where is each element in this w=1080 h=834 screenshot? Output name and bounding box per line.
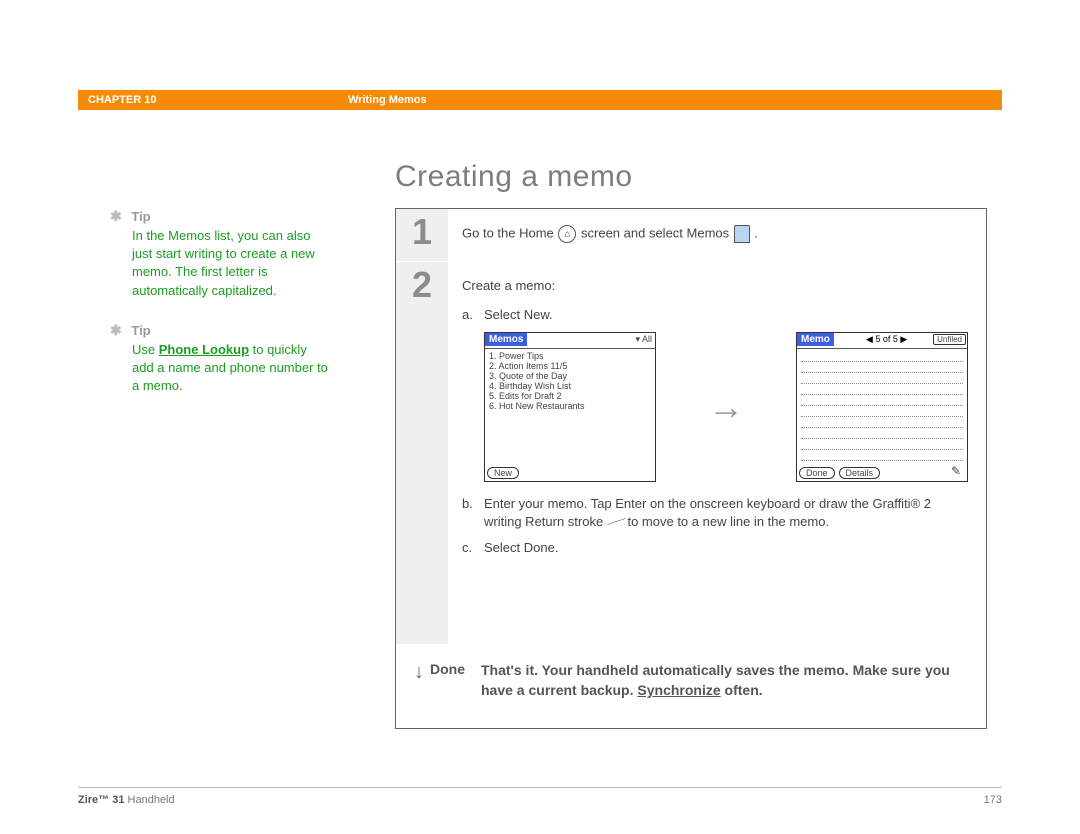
tip-column: ✱ Tip In the Memos list, you can also ju… — [110, 208, 330, 417]
step1-text-after: . — [754, 225, 758, 240]
home-icon: ⌂ — [558, 225, 576, 243]
done-text: That's it. Your handheld automatically s… — [481, 661, 968, 700]
step-content: Create a memo: a. Select New. Memos ▾ Al… — [462, 272, 968, 634]
screen-bottom: Done Details — [799, 467, 965, 479]
section-label: Writing Memos — [348, 94, 427, 106]
memo-lines[interactable] — [797, 349, 967, 463]
return-stroke-icon: ／ — [606, 509, 625, 531]
screen-body: 1. Power Tips 2. Action Items 11/5 3. Qu… — [485, 349, 655, 465]
tip-block: ✱ Tip Use Phone Lookup to quickly add a … — [110, 322, 330, 396]
screen-title: Memo — [797, 333, 834, 346]
step1-text-before: Go to the Home — [462, 225, 557, 240]
footer: Zire™ 31 Handheld 173 — [78, 787, 1002, 806]
sub-text: Select Done. — [484, 540, 558, 555]
sub-list: a. Select New. — [462, 307, 968, 322]
done-label: Done — [430, 661, 465, 677]
screen-top: Memo ◀ 5 of 5 ▶ Unfiled — [797, 333, 967, 349]
step-number: 2 — [396, 262, 448, 644]
sub-letter: a. — [462, 307, 484, 322]
sub-text: Enter your memo. Tap Enter on the onscre… — [484, 496, 968, 530]
tip-text: Use Phone Lookup to quickly add a name a… — [110, 341, 330, 396]
memo-item[interactable]: 4. Birthday Wish List — [489, 381, 651, 391]
page-title: Creating a memo — [395, 160, 633, 194]
screen-top: Memos ▾ All — [485, 333, 655, 349]
new-button[interactable]: New — [487, 467, 519, 479]
sub-item-a: a. Select New. — [462, 307, 968, 322]
product-name: Zire™ 31 Handheld — [78, 794, 175, 806]
sub-letter: b. — [462, 496, 484, 530]
main-panel: 1 Go to the Home ⌂ screen and select Mem… — [395, 208, 987, 729]
memo-item[interactable]: 2. Action Items 11/5 — [489, 361, 651, 371]
sub-list: b. Enter your memo. Tap Enter on the ons… — [462, 496, 968, 555]
header-bar: CHAPTER 10 Writing Memos — [78, 90, 1002, 110]
step-content: Go to the Home ⌂ screen and select Memos… — [462, 219, 968, 251]
tip-label-row: ✱ Tip — [110, 208, 330, 225]
chapter-label: CHAPTER 10 — [88, 94, 348, 106]
memo-item[interactable]: 5. Edits for Draft 2 — [489, 391, 651, 401]
memo-item[interactable]: 3. Quote of the Day — [489, 371, 651, 381]
sub-letter: c. — [462, 540, 484, 555]
memo-item[interactable]: 1. Power Tips — [489, 351, 651, 361]
done-button[interactable]: Done — [799, 467, 835, 479]
tip-label: Tip — [131, 323, 150, 338]
screen-memos-list: Memos ▾ All 1. Power Tips 2. Action Item… — [484, 332, 656, 482]
screen-bottom: New — [487, 467, 653, 479]
sub-item-b: b. Enter your memo. Tap Enter on the ons… — [462, 496, 968, 530]
details-button[interactable]: Details — [839, 467, 881, 479]
sub-text: Select New. — [484, 307, 553, 322]
synchronize-link[interactable]: Synchronize — [637, 682, 720, 698]
step2-intro: Create a memo: — [462, 278, 968, 293]
step-1: 1 Go to the Home ⌂ screen and select Mem… — [396, 209, 986, 262]
arrow-right-icon: → — [708, 386, 744, 428]
pen-icon: ✎ — [951, 464, 961, 478]
screen-title: Memos — [485, 333, 527, 346]
step1-text-mid: screen and select Memos — [581, 225, 733, 240]
tip-before: Use — [132, 342, 159, 357]
asterisk-icon: ✱ — [110, 208, 122, 224]
tip-label: Tip — [131, 209, 150, 224]
tip-block: ✱ Tip In the Memos list, you can also ju… — [110, 208, 330, 300]
screen-memo-edit: Memo ◀ 5 of 5 ▶ Unfiled Done Details — [796, 332, 968, 482]
sub-item-c: c. Select Done. — [462, 540, 968, 555]
asterisk-icon: ✱ — [110, 322, 122, 338]
memo-pager[interactable]: ◀ 5 of 5 ▶ — [864, 333, 909, 346]
step-number: 1 — [396, 209, 448, 261]
category-dropdown[interactable]: ▾ All — [632, 333, 655, 346]
tip-label-row: ✱ Tip — [110, 322, 330, 339]
step-2: 2 Create a memo: a. Select New. Memos ▾ … — [396, 262, 986, 645]
phone-lookup-link[interactable]: Phone Lookup — [159, 342, 249, 357]
memo-item[interactable]: 6. Hot New Restaurants — [489, 401, 651, 411]
page-number: 173 — [984, 794, 1002, 806]
done-row: ↓ Done That's it. Your handheld automati… — [396, 645, 986, 728]
memos-icon — [734, 225, 750, 243]
done-arrow-icon: ↓ — [414, 661, 424, 684]
screens-row: Memos ▾ All 1. Power Tips 2. Action Item… — [484, 332, 968, 482]
unfiled-button[interactable]: Unfiled — [933, 334, 966, 345]
tip-text: In the Memos list, you can also just sta… — [110, 227, 330, 300]
